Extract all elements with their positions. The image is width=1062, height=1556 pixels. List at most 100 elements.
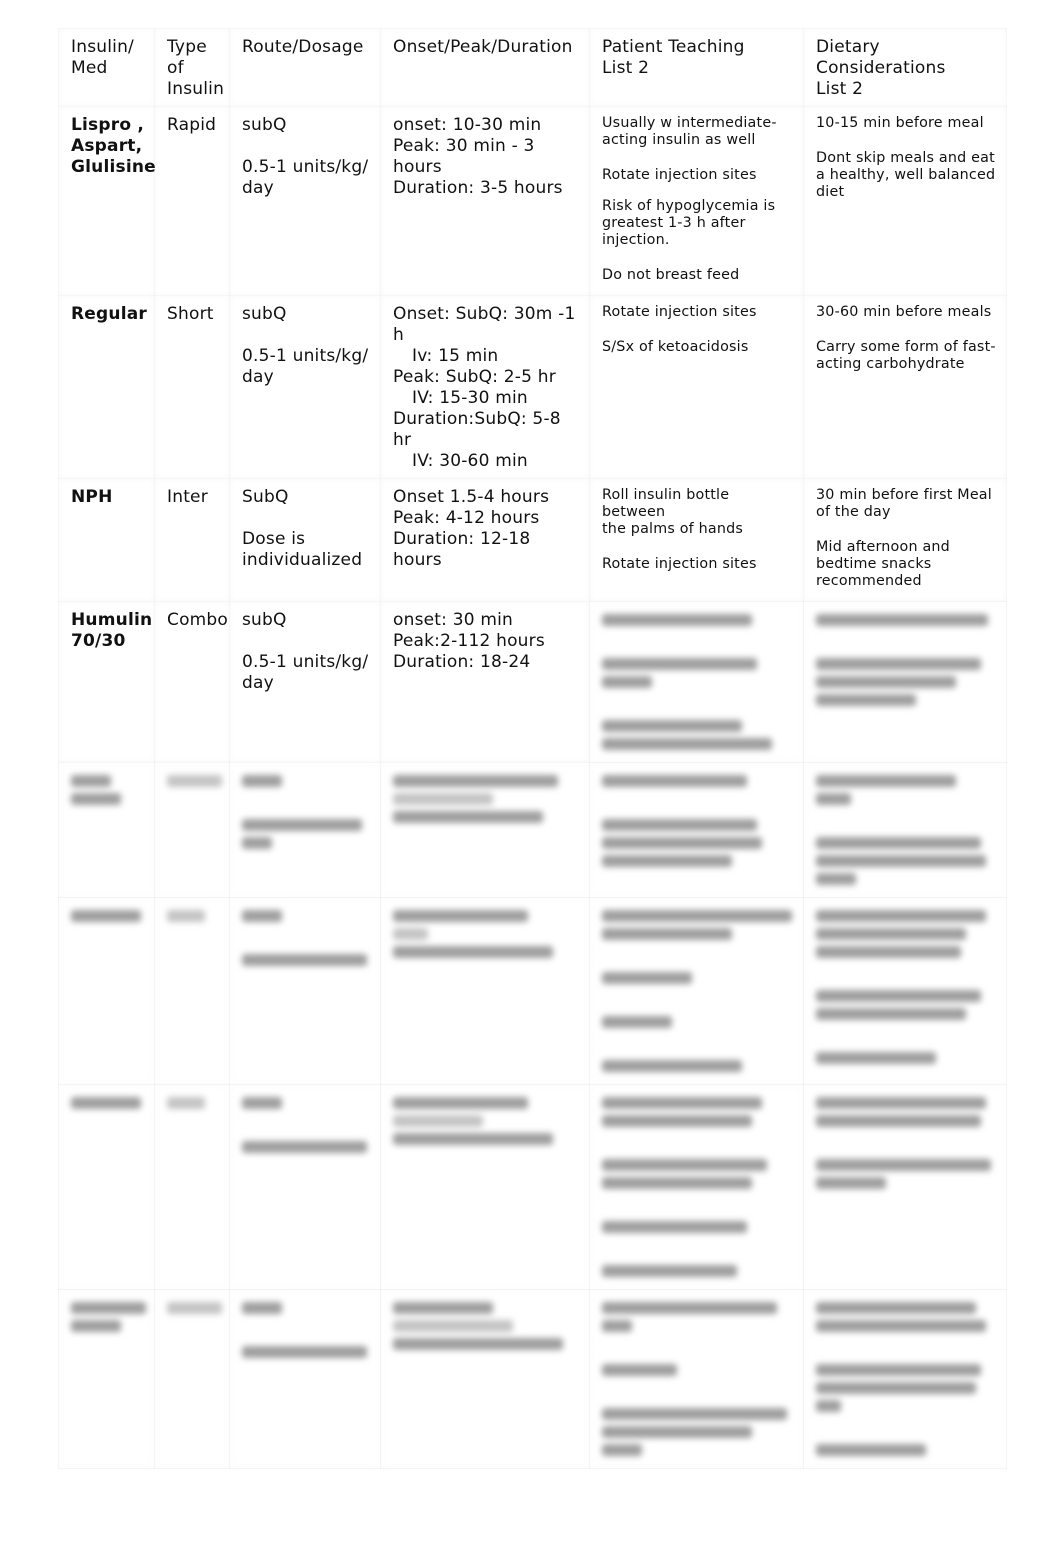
med-name-cell: Lispro , Aspart, Glulisine [59,107,156,296]
redacted-text [816,946,961,958]
redacted-text [242,1097,282,1109]
redacted-text [393,1338,563,1350]
redacted-text [816,837,981,849]
route-dosage-cell: subQ 0.5-1 units/kg/ day [230,602,381,763]
header-insulin-med: Insulin/ Med [59,29,155,107]
redacted-text [816,990,981,1002]
patient-teaching-cell: Roll insulin bottle between the palms of… [590,479,804,602]
redacted-text [816,1177,886,1189]
dietary-item: 30-60 min before meals [816,304,992,320]
redacted-text [602,1444,642,1456]
onset-peak-duration-cell: Onset: SubQ: 30m -1 h Iv: 15 min Peak: S… [381,296,590,479]
insulin-type-cell: Rapid [155,107,230,296]
redacted-text [602,972,692,984]
redacted-text [602,1221,747,1233]
insulin-comparison-table: Insulin/ Med Type of Insulin Route/Dosag… [58,28,1007,1469]
redacted-text [242,954,367,966]
redacted-text [602,738,772,750]
redacted-text [393,1302,493,1314]
redacted-text [393,1133,553,1145]
teaching-item: Rotate injection sites [602,304,757,320]
redacted-text [393,1320,513,1332]
redacted-text [602,1302,777,1314]
redacted-text [816,1008,966,1020]
redacted-text [393,811,543,823]
insulin-table-document: Insulin/ Med Type of Insulin Route/Dosag… [58,28,1006,1469]
redacted-text [816,676,956,688]
redacted-text [602,910,792,922]
redacted-text [393,793,493,805]
redacted-text [167,1097,205,1109]
redacted-text [602,1408,787,1420]
redacted-text [393,946,553,958]
route-dosage-cell: subQ 0.5-1 units/kg/ day [230,107,381,296]
table-row: Lispro , Aspart, Glulisine Rapid subQ 0.… [59,107,1007,296]
patient-teaching-cell: Usually w intermediate- acting insulin a… [590,107,804,296]
med-name-cell: Regular [59,296,155,479]
redacted-text [167,775,222,787]
redacted-text [816,1400,841,1412]
redacted-text [602,855,732,867]
redacted-text [393,1097,528,1109]
insulin-type-cell: Inter [155,479,230,602]
redacted-text [816,910,986,922]
redacted-text [71,1320,121,1332]
dietary-cell: 30-60 min before meals Carry some form o… [804,296,1007,479]
redacted-text [816,793,851,805]
redacted-text [71,1302,146,1314]
table-row-blurred [59,1085,1007,1290]
patient-teaching-cell-blurred [590,602,804,763]
redacted-text [602,1115,752,1127]
redacted-text [602,775,747,787]
teaching-item: Roll insulin bottle between the palms of… [602,487,744,537]
redacted-text [602,676,652,688]
redacted-text [816,614,988,626]
redacted-text [602,658,757,670]
teaching-item: Rotate injection sites [602,167,757,183]
redacted-text [816,694,916,706]
redacted-text [816,1444,926,1456]
header-patient-teaching: Patient Teaching List 2 [590,29,804,107]
redacted-text [816,775,956,787]
redacted-text [167,910,205,922]
redacted-text [602,819,757,831]
table-row-blurred [59,898,1007,1085]
redacted-text [816,873,856,885]
redacted-text [602,1364,677,1376]
redacted-text [242,819,362,831]
redacted-text [602,1016,672,1028]
redacted-text [393,1115,483,1127]
table-row: Regular Short subQ 0.5-1 units/kg/ day O… [59,296,1007,479]
table-row: NPH Inter SubQ Dose is individualized On… [59,479,1007,602]
teaching-item: Risk of hypoglycemia is greatest 1-3 h a… [602,198,776,248]
dietary-item: Mid afternoon and bedtime snacks recomme… [816,539,950,589]
redacted-text [242,1346,367,1358]
redacted-text [242,837,272,849]
onset-peak-duration-cell: Onset 1.5-4 hours Peak: 4-12 hours Durat… [381,479,590,602]
redacted-text [393,928,428,940]
redacted-text [393,910,528,922]
table-header-row: Insulin/ Med Type of Insulin Route/Dosag… [59,29,1007,107]
dietary-item: Carry some form of fast- acting carbohyd… [816,339,996,372]
dietary-cell: 30 min before first Meal of the day Mid … [804,479,1007,602]
redacted-text [602,837,762,849]
redacted-text [816,1115,981,1127]
patient-teaching-cell: Rotate injection sites S/Sx of ketoacido… [590,296,804,479]
redacted-text [816,1052,936,1064]
redacted-text [816,658,981,670]
header-dietary-considerations: Dietary Considerations List 2 [804,29,1007,107]
insulin-type-cell: Combo [155,602,230,763]
dietary-item: Dont skip meals and eat a healthy, well … [816,150,996,200]
redacted-text [816,1302,976,1314]
redacted-text [816,1364,981,1376]
route-dosage-cell: SubQ Dose is individualized [230,479,381,602]
table-row-blurred [59,763,1007,898]
dietary-item: 30 min before first Meal of the day [816,487,992,520]
onset-peak-duration-cell: onset: 10-30 min Peak: 30 min - 3 hours … [381,107,590,296]
redacted-text [602,1426,752,1438]
onset-peak-duration-cell: onset: 30 min Peak:2-112 hours Duration:… [381,602,590,763]
table-row: Humulin 70/30 Combo subQ 0.5-1 units/kg/… [59,602,1007,763]
teaching-item: Do not breast feed [602,267,740,283]
redacted-text [602,1177,752,1189]
header-type-of-insulin: Type of Insulin [155,29,230,107]
